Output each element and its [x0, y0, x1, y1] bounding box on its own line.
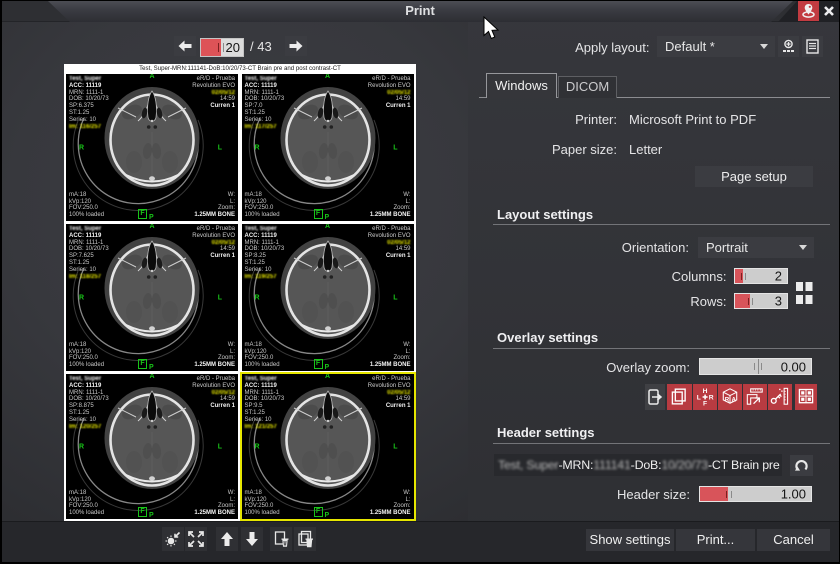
svg-text:H: H	[702, 388, 707, 395]
svg-text:A: A	[731, 396, 736, 403]
svg-text:F: F	[702, 401, 706, 408]
svg-text:R: R	[708, 394, 713, 401]
svg-text:R: R	[724, 396, 729, 403]
svg-text:L: L	[696, 394, 700, 401]
